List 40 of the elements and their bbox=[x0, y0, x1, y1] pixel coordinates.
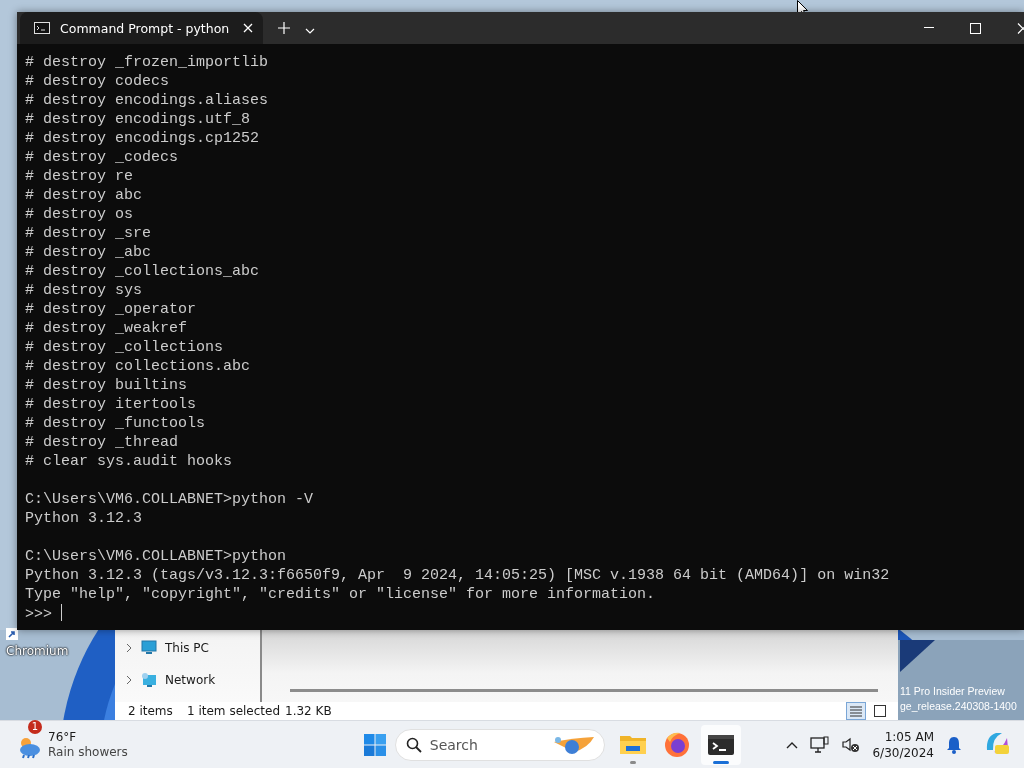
prompt-text: >>> bbox=[25, 606, 52, 623]
terminal-line: # destroy encodings.cp1252 bbox=[25, 129, 261, 148]
temperature[interactable]: 76°F bbox=[48, 729, 128, 745]
terminal-line: # destroy os bbox=[25, 205, 135, 224]
terminal-line: Python 3.12.3 (tags/v3.12.3:f6650f9, Apr 9 2024, 14:05:25) [MSC v.1938 64 bit (AMD64)] on win32 bbox=[25, 566, 891, 585]
terminal-line: # destroy _abc bbox=[25, 243, 153, 262]
terminal-line: # destroy _operator bbox=[25, 300, 198, 319]
terminal-line: # destroy _thread bbox=[25, 433, 180, 452]
watermark-text: ge_release.240308-1400 bbox=[900, 699, 1017, 714]
terminal-line: Type "help", "copyright", "credits" or "license" for more information. bbox=[25, 585, 657, 604]
terminal-line: C:\Users\VM6.COLLABNET>python bbox=[25, 547, 288, 566]
terminal-line: # destroy _collections_abc bbox=[25, 262, 261, 281]
terminal-line: # destroy codecs bbox=[25, 72, 171, 91]
terminal-line: # destroy re bbox=[25, 167, 135, 186]
terminal-line: # clear sys.audit hooks bbox=[25, 452, 234, 471]
clock[interactable]: 1:05 AM 6/30/2024 bbox=[872, 728, 934, 761]
weather-condition[interactable]: Rain showers bbox=[48, 744, 128, 760]
item-count: 2 items bbox=[128, 704, 174, 718]
terminal-line: # destroy _codecs bbox=[25, 148, 180, 167]
terminal-line: # destroy builtins bbox=[25, 376, 189, 395]
terminal-line: # destroy itertools bbox=[25, 395, 198, 414]
selection-size: 1.32 KB bbox=[285, 704, 332, 718]
terminal-tab[interactable]: Command Prompt - python bbox=[20, 12, 263, 44]
terminal-line: # destroy _sre bbox=[25, 224, 153, 243]
terminal-line: # destroy abc bbox=[25, 186, 144, 205]
terminal-line: # destroy _frozen_importlib bbox=[25, 53, 270, 72]
terminal-line: # destroy _functools bbox=[25, 414, 207, 433]
watermark-text: 11 Pro Insider Preview bbox=[900, 684, 1006, 699]
terminal-line: # destroy encodings.utf_8 bbox=[25, 110, 252, 129]
terminal-line: C:\Users\VM6.COLLABNET>python -V bbox=[25, 490, 315, 509]
terminal-line: # destroy encodings.aliases bbox=[25, 91, 270, 110]
terminal-line: # destroy collections.abc bbox=[25, 357, 252, 376]
terminal-line: # destroy sys bbox=[25, 281, 144, 300]
terminal-line: # destroy _collections bbox=[25, 338, 225, 357]
terminal-line: Python 3.12.3 bbox=[25, 509, 144, 528]
nav-item[interactable]: Network bbox=[115, 670, 260, 690]
search-field[interactable]: Search bbox=[394, 728, 605, 761]
terminal-line: # destroy _weakref bbox=[25, 319, 189, 338]
nav-item[interactable]: This PC bbox=[115, 638, 260, 658]
selection-status: 1 item selected bbox=[187, 704, 281, 718]
